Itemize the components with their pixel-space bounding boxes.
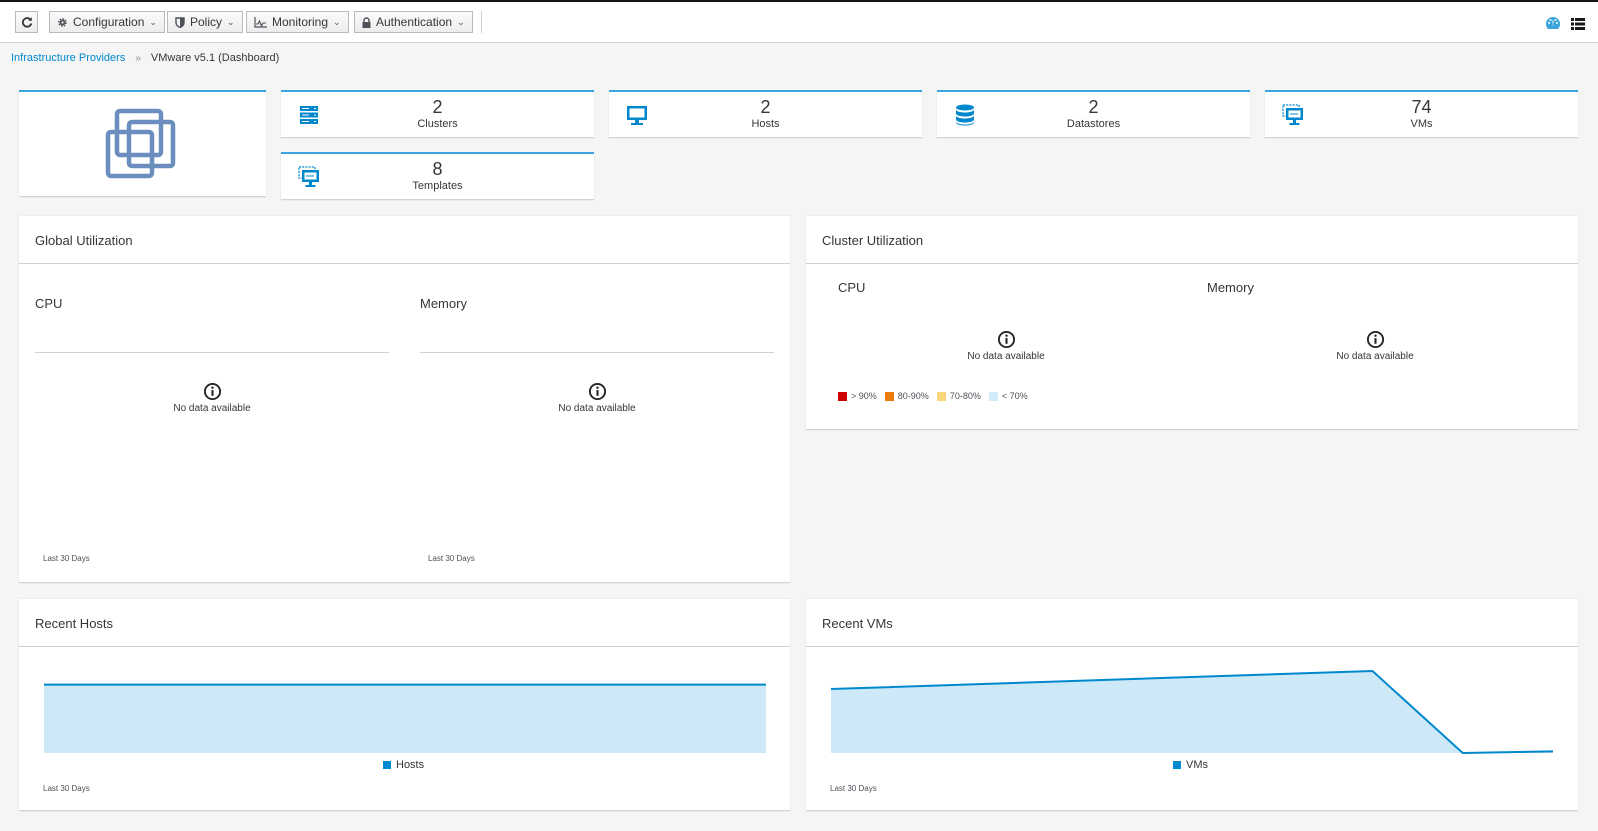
chart-line-icon	[254, 16, 267, 28]
global-utilization-title: Global Utilization	[19, 216, 790, 264]
configuration-label: Configuration	[73, 15, 145, 29]
legend-label-over-90: > 90%	[851, 391, 877, 401]
global-cpu-title: CPU	[35, 296, 63, 311]
policy-button[interactable]: Policy ⌄	[167, 11, 243, 33]
hosts-label: Hosts	[751, 118, 780, 130]
legend-label-under-70: < 70%	[1001, 391, 1028, 401]
vms-legend-label: VMs	[1186, 759, 1208, 771]
breadcrumb: Infrastructure Providers » VMware v5.1 (…	[11, 52, 279, 64]
recent-hosts-footer: Last 30 Days	[43, 784, 90, 793]
aggregate-vms[interactable]: 74 VMs	[1265, 90, 1578, 137]
info-icon	[1366, 330, 1384, 349]
policy-label: Policy	[190, 15, 223, 29]
info-icon	[588, 382, 606, 401]
legend-label-80-90: 80-90%	[897, 391, 929, 401]
breadcrumb-separator: »	[135, 52, 141, 64]
shield-icon	[175, 16, 185, 28]
vms-area	[831, 671, 1553, 753]
recent-vms-title: Recent VMs	[806, 599, 1578, 647]
toolbar-divider	[481, 11, 482, 33]
provider-logo-card	[19, 90, 266, 196]
recent-hosts-legend: Hosts	[383, 759, 424, 771]
authentication-label: Authentication	[376, 15, 453, 29]
lock-icon	[362, 16, 371, 28]
global-cpu-divider	[35, 352, 389, 353]
gear-icon	[58, 17, 67, 27]
vms-legend-swatch	[1173, 761, 1181, 769]
authentication-button[interactable]: Authentication ⌄	[354, 11, 473, 33]
refresh-icon	[21, 17, 32, 28]
info-icon	[997, 330, 1015, 349]
aggregate-hosts[interactable]: 2 Hosts	[609, 90, 922, 137]
global-utilization-panel: Global Utilization CPU No data available…	[19, 215, 790, 582]
monitoring-button[interactable]: Monitoring ⌄	[246, 11, 349, 33]
legend-label-70-80: 70-80%	[949, 391, 981, 401]
reload-button[interactable]	[15, 11, 38, 33]
cluster-memory-no-data: No data available	[1275, 330, 1475, 362]
hosts-count: 2	[760, 97, 771, 117]
dashboard-view-button[interactable]	[1545, 16, 1561, 35]
clusters-label: Clusters	[417, 118, 458, 130]
monitoring-label: Monitoring	[272, 15, 329, 29]
list-view-button[interactable]	[1571, 17, 1585, 35]
chevron-down-icon: ⌄	[457, 16, 465, 27]
info-icon	[203, 382, 221, 401]
global-memory-no-data-text: No data available	[558, 403, 636, 414]
global-memory-no-data: No data available	[497, 382, 697, 414]
clusters-count: 2	[432, 97, 443, 117]
cluster-memory-no-data-text: No data available	[1336, 351, 1414, 362]
global-memory-footer: Last 30 Days	[428, 554, 475, 563]
legend-swatch-under-70	[988, 391, 998, 401]
templates-count: 8	[432, 159, 443, 179]
configuration-button[interactable]: Configuration ⌄	[49, 11, 165, 33]
recent-vms-chart	[830, 669, 1554, 755]
toolbar: Configuration ⌄ Policy ⌄ Monitoring ⌄ Au…	[0, 2, 1598, 43]
tachometer-icon	[1546, 17, 1561, 29]
templates-label: Templates	[412, 180, 463, 192]
global-cpu-no-data: No data available	[112, 382, 312, 414]
global-cpu-no-data-text: No data available	[173, 403, 251, 414]
hosts-area	[44, 684, 766, 753]
recent-vms-legend: VMs	[1173, 759, 1208, 771]
legend-swatch-70-80	[936, 391, 946, 401]
recent-hosts-panel: Recent Hosts Hosts Last 30 Days	[19, 598, 790, 810]
global-memory-title: Memory	[420, 296, 467, 311]
legend-swatch-80-90	[884, 391, 894, 401]
recent-hosts-title: Recent Hosts	[19, 599, 790, 647]
cluster-cpu-no-data-text: No data available	[967, 351, 1045, 362]
aggregate-datastores[interactable]: 2 Datastores	[937, 90, 1250, 137]
cluster-memory-title: Memory	[1207, 280, 1254, 295]
aggregate-templates[interactable]: 8 Templates	[281, 152, 594, 199]
global-cpu-footer: Last 30 Days	[43, 554, 90, 563]
vms-count: 74	[1411, 97, 1432, 117]
legend-swatch-over-90	[838, 391, 847, 401]
chevron-down-icon: ⌄	[227, 16, 235, 27]
cluster-cpu-no-data: No data available	[906, 330, 1106, 362]
breadcrumb-current: VMware v5.1 (Dashboard)	[150, 52, 280, 64]
chevron-down-icon: ⌄	[149, 16, 157, 27]
datastores-count: 2	[1088, 97, 1099, 117]
cluster-utilization-title: Cluster Utilization	[806, 216, 1578, 264]
cluster-cpu-title: CPU	[838, 280, 866, 295]
aggregate-clusters[interactable]: 2 Clusters	[281, 90, 594, 137]
datastores-label: Datastores	[1066, 118, 1121, 130]
recent-vms-footer: Last 30 Days	[830, 784, 877, 793]
recent-hosts-chart	[44, 683, 766, 753]
breadcrumb-infrastructure-providers[interactable]: Infrastructure Providers	[11, 52, 125, 64]
hosts-legend-label: Hosts	[396, 759, 425, 771]
cluster-utilization-panel: Cluster Utilization CPU No data availabl…	[806, 215, 1578, 429]
recent-vms-panel: Recent VMs VMs Last 30 Days	[806, 598, 1578, 810]
vms-label: VMs	[1410, 118, 1433, 130]
list-icon	[1571, 18, 1585, 30]
cluster-legend: > 90% 80-90% 70-80% < 70%	[838, 391, 1028, 401]
global-memory-divider	[420, 352, 774, 353]
hosts-legend-swatch	[383, 761, 391, 769]
vmware-logo-icon	[105, 108, 176, 179]
chevron-down-icon: ⌄	[333, 16, 341, 27]
